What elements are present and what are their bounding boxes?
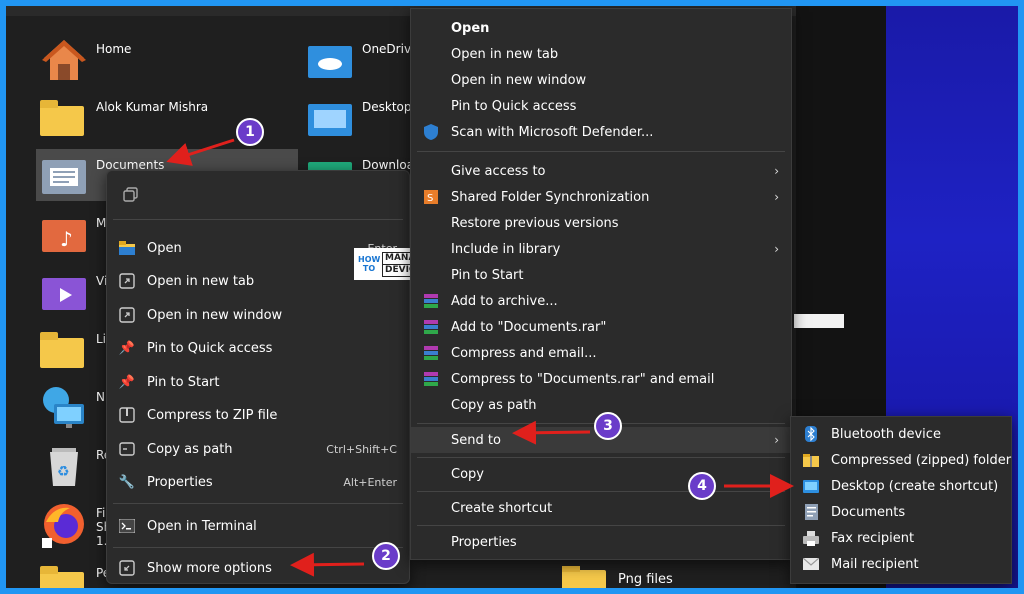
step-badge-3: 3	[594, 412, 622, 440]
step-badge-1: 1	[236, 118, 264, 146]
step-badge-4: 4	[688, 472, 716, 500]
screen: Home Alok Kumar Mishra Documents ♪ M Vi …	[6, 6, 1018, 588]
annotation-arrows	[166, 138, 794, 577]
step-badge-2: 2	[372, 542, 400, 570]
